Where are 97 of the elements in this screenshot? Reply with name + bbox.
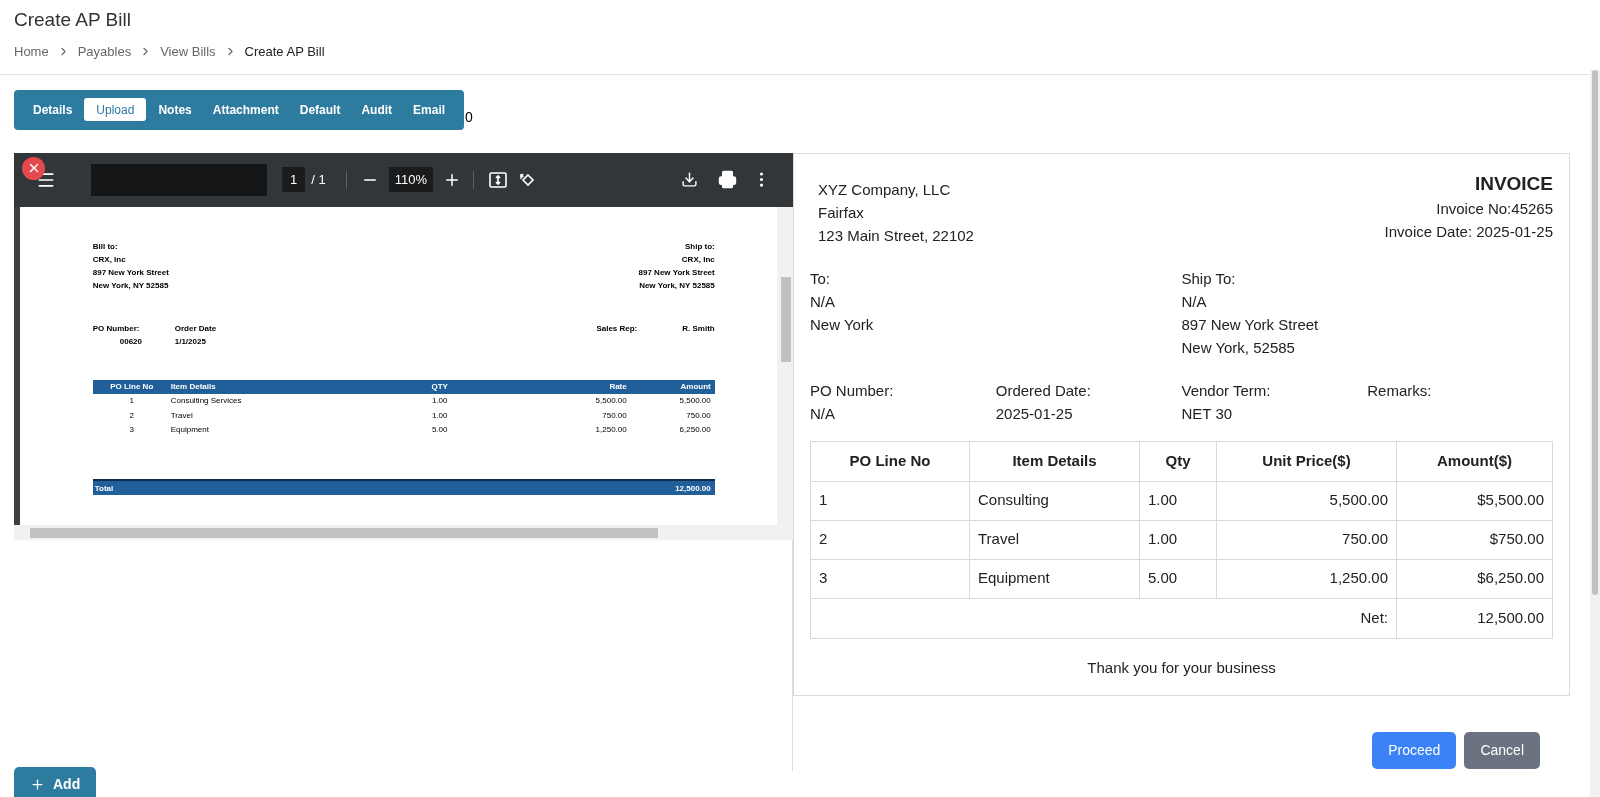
page-title: Create AP Bill: [14, 8, 132, 32]
table-cell: Consulting: [969, 481, 1139, 520]
page-scrollbar[interactable]: [1590, 70, 1600, 797]
field-value: NET 30: [1181, 403, 1234, 424]
doc-text: Ship to:: [684, 240, 715, 253]
table-cell: $750.00: [1396, 520, 1552, 559]
tab[interactable]: Default: [290, 98, 350, 121]
doc-text: 1/1/2025: [174, 335, 207, 348]
tab[interactable]: Notes: [149, 98, 201, 121]
field-label: Remarks:: [1367, 380, 1433, 401]
ship-to-address-line: New York, 52585: [1181, 337, 1296, 358]
table-cell: $5,500.00: [1396, 481, 1552, 520]
breadcrumb-link[interactable]: Payables: [77, 42, 132, 62]
doc-text: R. Smith: [682, 322, 715, 335]
field-value: 2025-01-25: [995, 403, 1074, 424]
table-cell: 1.00: [1139, 481, 1216, 520]
doc-text: PO Number:: [92, 322, 141, 335]
doc-text: 5,500.00: [678, 395, 712, 408]
invoice-number: Invoice No:45265: [1436, 198, 1553, 219]
table-cell: 1,250.00: [1216, 559, 1396, 598]
company-address-line: 123 Main Street, 22102: [818, 225, 974, 246]
plus-icon: [30, 776, 45, 792]
thank-you-note: Thank you for your business: [1087, 657, 1276, 678]
doc-text: CRX, Inc: [681, 253, 715, 266]
page-total: / 1: [311, 170, 326, 189]
doc-text: 897 New York Street: [92, 266, 169, 279]
field-label: Ordered Date:: [995, 380, 1092, 401]
field-label: Vendor Term:: [1181, 380, 1272, 401]
tab[interactable]: Upload: [84, 98, 147, 121]
net-label: Net:: [1359, 607, 1389, 628]
field-value: N/A: [810, 403, 836, 424]
doc-text: 2: [128, 409, 135, 422]
zoom-level-field[interactable]: 110%: [388, 166, 433, 193]
table-cell: 5,500.00: [1216, 481, 1396, 520]
column-header: PO Line No: [848, 450, 932, 471]
column-header: Item Details: [969, 441, 1139, 481]
table-cell: 5.00: [1139, 559, 1216, 598]
doc-text: New York, NY 52585: [92, 279, 169, 292]
doc-text: 1.00: [430, 395, 449, 408]
column-header: Qty: [1139, 441, 1216, 481]
doc-text: CRX, Inc: [92, 253, 127, 266]
table-cell: $6,250.00: [1396, 559, 1552, 598]
table-cell-text: 1: [818, 490, 829, 511]
doc-text: 897 New York Street: [638, 266, 715, 279]
doc-text: 6,250.00: [678, 424, 712, 437]
tab[interactable]: Details: [24, 98, 82, 121]
page-number-input[interactable]: 1: [282, 166, 306, 193]
doc-text: Bill to:: [92, 240, 119, 253]
doc-text: 1,250.00: [594, 424, 628, 437]
ship-to-address-line: N/A: [1181, 291, 1208, 312]
doc-text: 3: [128, 424, 135, 437]
net-value: 12,500.00: [1396, 598, 1552, 638]
column-header: Unit Price($): [1216, 441, 1396, 481]
add-button[interactable]: Add: [14, 767, 97, 797]
doc-text: 5,500.00: [594, 395, 628, 408]
download-icon[interactable]: [681, 171, 698, 188]
table-cell-text: 2: [818, 529, 829, 550]
doc-text: Consulting Services: [170, 395, 243, 408]
breadcrumb-link[interactable]: Home: [14, 42, 49, 62]
cancel-button[interactable]: Cancel: [1464, 732, 1540, 769]
invoice-date: Invoice Date: 2025-01-25: [1384, 221, 1553, 242]
doc-text: Travel: [170, 409, 194, 422]
breadcrumb-link[interactable]: View Bills: [160, 42, 216, 62]
table-cell-text: 3: [818, 568, 829, 589]
proceed-button[interactable]: Proceed: [1372, 732, 1457, 769]
doc-table-header: PO Line No Item Details QTY Rate Amount: [92, 379, 715, 394]
to-address-line: N/A: [810, 291, 836, 312]
field-label: PO Number:: [810, 380, 895, 401]
fit-page-icon[interactable]: [488, 169, 508, 190]
table-cell: 1.00: [1139, 520, 1216, 559]
doc-text: Order Date: [174, 322, 217, 335]
tab[interactable]: Attachment: [203, 98, 288, 121]
table-cell: Travel: [969, 520, 1139, 559]
doc-text: 750.00: [685, 409, 712, 422]
doc-text: Sales Rep:: [596, 322, 638, 335]
ship-to-address-line: 897 New York Street: [1181, 314, 1320, 335]
doc-text: New York, NY 52585: [639, 279, 715, 292]
ship-to-label: Ship To:: [1181, 268, 1237, 289]
invoice-title: INVOICE: [1474, 171, 1553, 196]
doc-total-bar: Total 12,500.00: [92, 479, 715, 495]
company-address-line: XYZ Company, LLC: [818, 179, 952, 200]
table-cell: 750.00: [1216, 520, 1396, 559]
column-header: Amount($): [1396, 441, 1552, 481]
doc-text: 1.00: [430, 409, 449, 422]
print-icon[interactable]: [718, 170, 737, 189]
to-label: To:: [810, 268, 831, 289]
doc-text: 5.00: [430, 424, 449, 437]
table-cell: Equipment: [969, 559, 1139, 598]
tab[interactable]: Audit: [352, 98, 402, 121]
doc-text: Equipment: [170, 424, 210, 437]
doc-text: 750.00: [601, 409, 628, 422]
tab-counter: 0: [465, 107, 473, 127]
tab[interactable]: Email: [404, 98, 455, 121]
doc-text: 1: [128, 395, 135, 408]
to-address-line: New York: [810, 314, 875, 335]
company-address-line: Fairfax: [818, 202, 865, 223]
doc-text: 00620: [118, 335, 143, 348]
